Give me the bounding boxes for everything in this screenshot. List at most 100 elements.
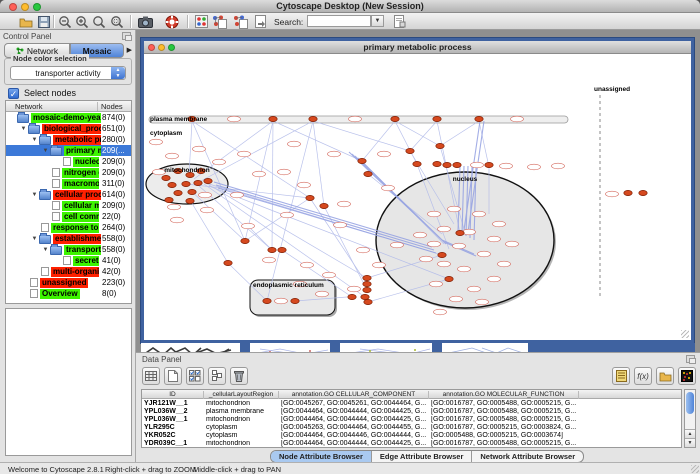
table-cell[interactable]: [GO:0016787, GO:0005488, GO:0005215, G..… (429, 400, 579, 408)
table-column-header[interactable] (579, 391, 682, 399)
attribute-matrix-icon[interactable] (678, 367, 696, 385)
table-row[interactable]: YLR295Ccytoplasm[GO:0045263, GO:0044464,… (142, 424, 681, 432)
create-attribute-icon[interactable] (164, 367, 182, 385)
expand-arrow-icon[interactable]: ▼ (30, 236, 39, 242)
expand-arrow-icon[interactable]: ▼ (30, 137, 39, 143)
table-cell[interactable]: [GO:0044464, GO:0044446, GO:0044444, G..… (279, 432, 429, 440)
background-window-fragment[interactable] (250, 343, 330, 352)
tree-row[interactable]: multi-organism pro42(0) (6, 266, 131, 277)
table-cell[interactable]: YDR039C__1 (142, 440, 204, 448)
table-cell[interactable]: [GO:0045263, GO:0044464, GO:0044455, G..… (279, 424, 429, 432)
zoom-selected-icon[interactable] (109, 14, 124, 29)
tree-row[interactable]: Overview8(0) (6, 288, 131, 299)
tab-network-attribute-browser[interactable]: Network Attribute Browser (472, 451, 583, 462)
unselect-all-attributes-icon[interactable] (208, 367, 226, 385)
tree-row[interactable]: secretion41(0) (6, 255, 131, 266)
tree-col-nodes[interactable]: Nodes (101, 102, 123, 111)
table-scrollbar[interactable]: ▲ ▼ (684, 389, 696, 448)
table-cell[interactable]: [GO:0016787, GO:0005488, GO:0005215, G..… (429, 440, 579, 448)
delete-attribute-icon[interactable] (230, 367, 248, 385)
table-cell[interactable]: [GO:0005488, GO:0005215, GO:0003674] (429, 432, 579, 440)
table-row[interactable]: YKR052Ccytoplasm[GO:0044464, GO:0044446,… (142, 432, 681, 440)
zoom-out-icon[interactable] (57, 14, 72, 29)
table-cell[interactable]: [GO:0045267, GO:0045261, GO:0044464, G..… (279, 400, 429, 408)
scroll-down-icon[interactable]: ▼ (685, 438, 695, 447)
table-cell[interactable]: cytoplasm (204, 432, 279, 440)
table-cell[interactable]: mitochondrion (204, 440, 279, 448)
table-cell[interactable]: YJR121W__1 (142, 400, 204, 408)
table-cell[interactable]: YLR295C (142, 424, 204, 432)
table-cell[interactable]: [GO:0044464, GO:0044444, GO:0044425, G..… (279, 440, 429, 448)
formula-builder-icon[interactable]: f(x) (634, 367, 652, 385)
expand-arrow-icon[interactable]: ▼ (19, 126, 28, 132)
expand-arrow-icon[interactable]: ▼ (41, 247, 50, 253)
background-window-fragment[interactable] (340, 343, 432, 352)
save-session-icon[interactable] (36, 14, 51, 29)
table-row[interactable]: YJR121W__1mitochondrion[GO:0045267, GO:0… (142, 400, 681, 408)
select-all-attributes-icon[interactable] (186, 367, 204, 385)
select-attributes-icon[interactable] (142, 367, 160, 385)
table-row[interactable]: YPL036W__1mitochondrion[GO:0044464, GO:0… (142, 416, 681, 424)
tree-row[interactable]: response to stimulu264(0) (6, 222, 131, 233)
color-attribute-combobox[interactable]: transporter activity ▲▼ (10, 66, 126, 80)
background-window-fragment[interactable] (442, 343, 528, 352)
overlay-network-icon[interactable] (212, 14, 227, 29)
table-cell[interactable]: [GO:0016787, GO:0005488, GO:0005215, G..… (429, 416, 579, 424)
tree-row[interactable]: ▼transport558(0) (6, 244, 131, 255)
advanced-search-icon[interactable] (392, 14, 407, 29)
expand-arrow-icon[interactable]: ▼ (30, 192, 39, 198)
table-cell[interactable]: YPL036W__2 (142, 408, 204, 416)
birds-eye-view[interactable] (5, 308, 132, 456)
table-cell[interactable]: cytoplasm (204, 424, 279, 432)
combobox-stepper-icon[interactable]: ▲▼ (111, 67, 125, 79)
table-cell[interactable]: mitochondrion (204, 400, 279, 408)
table-row[interactable]: YPL036W__2plasma membrane[GO:0044464, GO… (142, 408, 681, 416)
table-row[interactable]: YDR039C__1mitochondrion[GO:0044464, GO:0… (142, 440, 681, 448)
tree-col-network[interactable]: Network (15, 102, 43, 111)
table-cell[interactable]: mitochondrion (204, 416, 279, 424)
float-panel-icon[interactable] (122, 32, 131, 40)
import-attributes-icon[interactable] (656, 367, 674, 385)
table-cell[interactable]: [GO:0016787, GO:0005488, GO:0005215, G..… (429, 408, 579, 416)
tree-row[interactable]: cellular metabo209(0) (6, 200, 131, 211)
table-cell[interactable]: YPL036W__1 (142, 416, 204, 424)
attribute-list-icon[interactable] (612, 367, 630, 385)
table-column-header[interactable]: ID (142, 391, 204, 399)
tree-row[interactable]: nitrogen compo209(0) (6, 167, 131, 178)
zoom-fit-icon[interactable] (91, 14, 106, 29)
table-column-header[interactable]: _cellularLayoutRegion (204, 391, 279, 399)
tab-edge-attribute-browser[interactable]: Edge Attribute Browser (372, 451, 472, 462)
table-cell[interactable]: [GO:0044464, GO:0044444, GO:0044425, G..… (279, 416, 429, 424)
search-input[interactable] (307, 15, 371, 27)
tree-row[interactable]: ▼primary metabo209(... (6, 145, 131, 156)
window-resize-grip[interactable] (681, 330, 689, 338)
background-window-fragment[interactable] (141, 343, 240, 352)
open-session-icon[interactable] (18, 14, 33, 29)
tree-row[interactable]: mosaic-demo-yeast874(0) (6, 112, 131, 123)
tab-node-attribute-browser[interactable]: Node Attribute Browser (271, 451, 372, 462)
select-nodes-checkbox[interactable]: ✓ (8, 88, 19, 99)
table-cell[interactable]: plasma membrane (204, 408, 279, 416)
help-icon[interactable] (164, 14, 179, 29)
table-cell[interactable]: [GO:0016787, GO:0005215, GO:0003824, G..… (429, 424, 579, 432)
tab-overflow-arrow[interactable]: ▶ (127, 46, 132, 54)
color-mapper-icon[interactable] (194, 14, 209, 29)
expand-arrow-icon[interactable]: ▼ (41, 148, 50, 154)
network-view-window[interactable]: primary metabolic process plasma membran… (141, 38, 694, 343)
snapshot-icon[interactable] (138, 14, 153, 29)
network-canvas[interactable]: plasma membranecytoplasmmitochondrionnuc… (144, 54, 691, 340)
import-table-icon[interactable] (253, 14, 268, 29)
zoom-in-icon[interactable] (74, 14, 89, 29)
clear-overlay-icon[interactable] (233, 14, 248, 29)
table-cell[interactable]: [GO:0044464, GO:0044444, GO:0044425, G..… (279, 408, 429, 416)
app-resize-grip[interactable] (691, 465, 699, 473)
tree-row[interactable]: ▼biological_process651(0) (6, 123, 131, 134)
scrollbar-thumb[interactable] (686, 392, 694, 414)
tree-row[interactable]: unassigned223(0) (6, 277, 131, 288)
tree-row[interactable]: ▼metabolic process280(0) (6, 134, 131, 145)
tree-row[interactable]: ▼cellular process614(0) (6, 189, 131, 200)
search-dropdown-button[interactable]: ▼ (371, 15, 384, 27)
table-column-header[interactable]: annotation.GO MOLECULAR_FUNCTION (429, 391, 579, 399)
tree-row[interactable]: cell communicat22(0) (6, 211, 131, 222)
tree-row[interactable]: macromolecule311(0) (6, 178, 131, 189)
